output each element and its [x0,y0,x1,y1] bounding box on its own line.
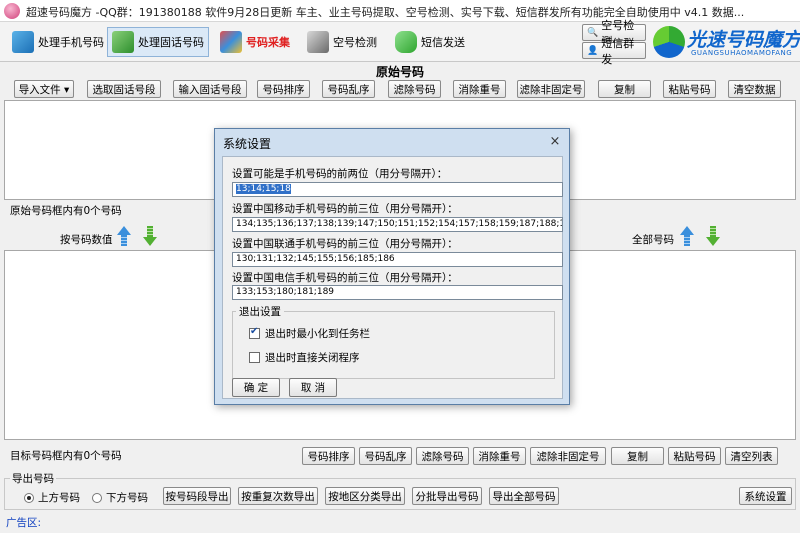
close-on-exit-checkbox[interactable]: 退出时直接关闭程序 [249,350,360,365]
collect-cube-icon [220,31,242,53]
export-by-repeat-button[interactable]: 按重复次数导出 [238,487,318,505]
telecom-carrier-label: 设置中国电信手机号码的前三位（用分号隔开）： [232,272,458,284]
export-group-title: 导出号码 [10,471,56,486]
unicom-carrier-label: 设置中国联通手机号码的前三位（用分号隔开）： [232,238,458,250]
ad-area-label: 广告区: [6,517,42,529]
mobile-prefix-label: 设置可能是手机号码的前两位（用分号隔开）： [232,168,448,180]
magnifier-icon [307,31,329,53]
original-count-status: 原始号码框内有0个号码 [10,205,122,217]
target-paste-button[interactable]: 粘贴号码 [668,447,721,465]
radio-unselected-icon [92,492,102,503]
title-bar: 超速号码魔方 -QQ群：191380188 软件9月28日更新 车主、业主号码提… [0,0,800,22]
export-all-button[interactable]: 导出全部号码 [489,487,559,505]
target-clear-list-button[interactable]: 清空列表 [725,447,778,465]
number-collect-button[interactable]: 号码采集 [216,27,294,57]
dialog-cancel-button[interactable]: 取 消 [289,378,337,397]
mobile-carrier-input[interactable]: 134;135;136;137;138;139;147;150;151;152;… [232,217,563,232]
process-mobile-button[interactable]: 处理手机号码 [8,27,108,57]
filter-non-fixed-button[interactable]: 滤除非固定号 [517,80,585,98]
unicom-carrier-input[interactable]: 130;131;132;145;155;156;185;186 [232,252,563,267]
phone-check-icon [12,31,34,53]
all-move-up-arrow-icon[interactable] [680,226,694,246]
copy-button[interactable]: 复制 [598,80,651,98]
side-sms-group-button[interactable]: 👤 短信群发 [582,37,646,66]
empty-number-check-button[interactable]: 空号检测 [303,27,381,57]
minimize-on-exit-checkbox[interactable]: 退出时最小化到任务栏 [249,326,370,341]
target-copy-button[interactable]: 复制 [611,447,664,465]
target-filter-non-fixed-button[interactable]: 滤除非固定号 [530,447,606,465]
paste-numbers-button[interactable]: 粘贴号码 [663,80,716,98]
dialog-body: 设置可能是手机号码的前两位（用分号隔开）： 13;14;15;18 设置中国移动… [222,156,563,399]
target-sort-button[interactable]: 号码排序 [302,447,355,465]
shuffle-numbers-button[interactable]: 号码乱序 [322,80,375,98]
radio-top-numbers[interactable]: 上方号码 [24,490,80,505]
search-icon: 🔍 [587,27,599,38]
checkbox-checked-icon [249,326,260,339]
user-icon: 👤 [587,45,599,56]
export-by-region-button[interactable]: 按地区分类导出 [325,487,405,505]
app-icon [4,3,20,19]
move-up-arrow-icon[interactable] [117,226,131,246]
export-by-segment-button[interactable]: 按号码段导出 [163,487,231,505]
mobile-prefix-input[interactable]: 13;14;15;18 [232,182,563,197]
by-value-label: 按号码数值 [60,234,113,246]
filter-numbers-button[interactable]: 滤除号码 [388,80,441,98]
sms-send-button[interactable]: 短信发送 [391,27,469,57]
all-move-down-arrow-icon[interactable] [706,226,720,246]
select-landline-segment-button[interactable]: 选取固话号段 [87,80,161,98]
radio-selected-icon [24,492,34,503]
target-shuffle-button[interactable]: 号码乱序 [359,447,412,465]
sms-icon [395,31,417,53]
dialog-title: 系统设置 [223,137,272,151]
mobile-carrier-label: 设置中国移动手机号码的前三位（用分号隔开）： [232,203,458,215]
landline-phone-icon [112,31,134,53]
input-landline-segment-button[interactable]: 输入固话号段 [173,80,247,98]
exit-settings-group: 退出设置 退出时最小化到任务栏 退出时直接关闭程序 [232,304,555,379]
target-filter-button[interactable]: 滤除号码 [416,447,469,465]
exit-settings-title: 退出设置 [236,304,284,319]
all-numbers-label: 全部号码 [632,234,674,246]
remove-duplicates-button[interactable]: 消除重号 [453,80,506,98]
target-dedupe-button[interactable]: 消除重号 [473,447,526,465]
system-settings-dialog: 系统设置 × 设置可能是手机号码的前两位（用分号隔开）： 13;14;15;18… [214,128,570,405]
brand-logo: 光速号码魔方 GUANGSUHAOMAMOFANG [651,24,800,60]
checkbox-unchecked-icon [249,352,260,363]
export-in-batches-button[interactable]: 分批导出号码 [412,487,482,505]
target-count-status: 目标号码框内有0个号码 [10,450,122,462]
system-settings-button[interactable]: 系统设置 [739,487,792,505]
clear-data-button[interactable]: 清空数据 [728,80,781,98]
telecom-carrier-input[interactable]: 133;153;180;181;189 [232,285,563,300]
sort-numbers-button[interactable]: 号码排序 [257,80,310,98]
move-down-arrow-icon[interactable] [143,226,157,246]
close-icon[interactable]: × [548,135,562,149]
original-section-title: 原始号码 [375,65,424,79]
import-file-button[interactable]: 导入文件 ▾ [14,80,74,98]
logo-mark-icon [653,26,685,58]
dialog-ok-button[interactable]: 确 定 [232,378,280,397]
process-landline-button[interactable]: 处理固话号码 [107,27,209,57]
radio-bottom-numbers[interactable]: 下方号码 [92,490,148,505]
